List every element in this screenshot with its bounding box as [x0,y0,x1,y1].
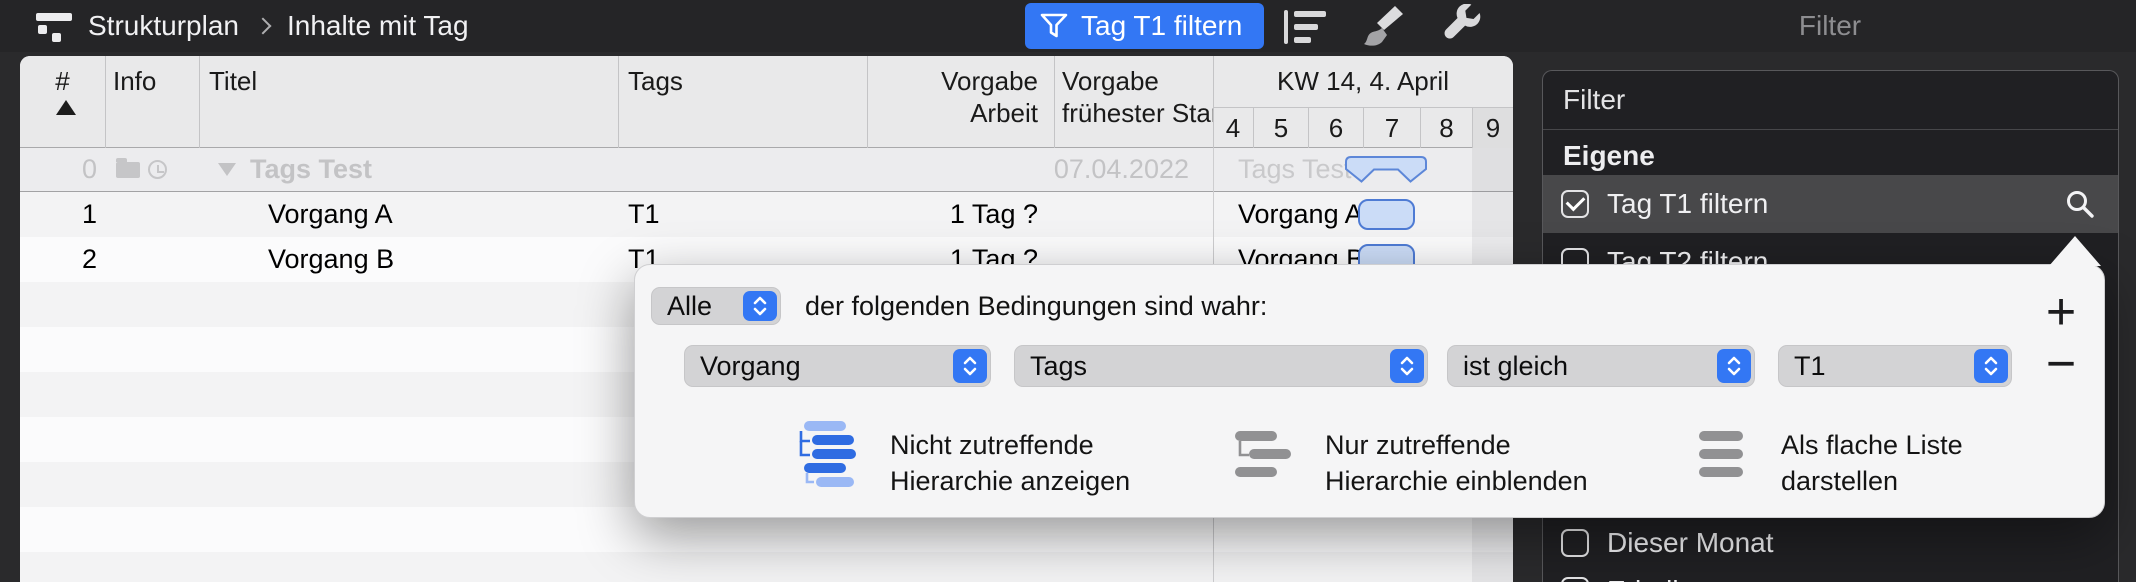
title-cell: Vorgang B [268,237,394,282]
hierarchy-dimmed-icon [794,421,856,487]
popup-chevrons-icon [743,291,777,321]
checkbox-unchecked-icon[interactable] [1561,529,1589,557]
breadcrumb-chevron-icon [254,18,271,35]
table-row[interactable]: 1 Vorgang A T1 1 Tag ? Vorgang A [20,192,1513,237]
popup-chevrons-icon [1717,349,1751,383]
breadcrumb-item-view[interactable]: Strukturplan [88,10,239,42]
wrench-icon [1440,4,1486,50]
edit-filter-loupe-icon[interactable] [2064,188,2096,220]
column-header-earliest-start[interactable]: Vorgabe frühester Start [1062,65,1213,129]
option-flat-list[interactable]: Als flache Liste darstellen [1699,421,1963,499]
remove-condition-button[interactable]: − [2035,339,2087,391]
funnel-icon [1039,11,1069,41]
breadcrumb-item-filterset[interactable]: Inhalte mit Tag [287,10,469,42]
panel-title: Filter [1563,71,1625,129]
outline-icon [1284,10,1330,44]
info-cell [116,148,167,191]
top-toolbar: Strukturplan Inhalte mit Tag Tag T1 filt… [0,0,2136,52]
column-header-info[interactable]: Info [113,65,156,97]
flat-list-icon [1699,421,1747,487]
option-show-matching-hierarchy[interactable]: Nur zutreffende Hierarchie einblenden [1235,421,1588,499]
gantt-bar-label: Vorgang A [1238,192,1363,237]
active-filter-button[interactable]: Tag T1 filtern [1025,3,1264,49]
day-header: 7 [1363,108,1420,148]
folder-icon [116,162,140,178]
popover-arrow [2049,236,2101,266]
gantt-task-bar[interactable] [1358,199,1415,230]
row-number: 2 [20,237,97,282]
filter-label: Erledigt [1607,567,1702,582]
filter-label: Tag T1 filtern [1607,175,1768,233]
settings-button[interactable] [1440,8,1486,46]
panel-divider [1543,129,2118,130]
option-show-nonmatching-hierarchy[interactable]: Nicht zutreffende Hierarchie anzeigen [794,421,1130,499]
column-header-tags[interactable]: Tags [628,65,683,97]
condition-subject-popup[interactable]: Vorgang [684,345,991,387]
table-row-group[interactable]: 0 Tags Test 07.04.2022 Tags Test [20,148,1513,192]
option-label: Nur zutreffende Hierarchie einblenden [1325,421,1588,499]
checkbox-unchecked-icon[interactable] [1561,577,1589,582]
option-label: Als flache Liste darstellen [1781,421,1963,499]
row-number: 0 [20,148,97,191]
empty-row [20,552,1513,582]
filter-editor-popover: Alle der folgenden Bedingungen sind wahr… [634,264,2105,518]
conditions-intro-label: der folgenden Bedingungen sind wahr: [805,287,1267,325]
filter-row-erledigt[interactable]: Erledigt [1543,567,2118,582]
inspector-caption: Filter [1730,0,1930,52]
quantifier-popup[interactable]: Alle [651,287,781,325]
day-header: 6 [1308,108,1363,148]
earliest-start-cell: 07.04.2022 [1054,148,1213,191]
view-structure-icon[interactable] [36,13,72,41]
gantt-day-header: 4 5 6 7 8 9 [1213,108,1513,148]
gantt-week-header: KW 14, 4. April [1213,56,1513,108]
section-header-eigene: Eigene [1563,133,1655,179]
day-header-weekend: 9 [1472,108,1513,148]
table-header: # Info Titel Tags Vorgabe Arbeit Vorgabe… [20,56,1513,148]
add-condition-button[interactable]: + [2035,287,2087,339]
popup-chevrons-icon [1390,349,1424,383]
tags-cell: T1 [628,192,660,237]
column-header-work[interactable]: Vorgabe Arbeit [867,65,1046,129]
popup-chevrons-icon [1974,349,2008,383]
row-number: 1 [20,192,97,237]
gantt-summary-bar[interactable] [1345,156,1427,183]
title-cell: Tags Test [218,148,372,191]
gantt-bar-label: Tags Test [1238,148,1352,191]
column-header-number[interactable]: # [20,65,105,97]
sort-ascending-icon [56,100,76,115]
day-header: 8 [1420,108,1472,148]
checkbox-checked-icon[interactable] [1561,190,1589,218]
disclosure-triangle-icon[interactable] [218,163,236,176]
day-header: 5 [1253,108,1308,148]
hierarchy-gray-icon [1235,421,1291,487]
title-cell: Vorgang A [268,192,393,237]
day-header: 4 [1213,108,1253,148]
format-button[interactable] [1358,8,1406,46]
work-cell: 1 Tag ? [867,192,1046,237]
outline-view-button[interactable] [1284,8,1330,46]
option-label: Nicht zutreffende Hierarchie anzeigen [890,421,1130,499]
condition-value-popup[interactable]: T1 [1778,345,2012,387]
breadcrumb: Strukturplan Inhalte mit Tag [88,0,469,52]
condition-field-popup[interactable]: Tags [1014,345,1428,387]
popup-chevrons-icon [953,349,987,383]
filter-label: Dieser Monat [1607,519,1774,567]
active-filter-label: Tag T1 filtern [1081,10,1242,42]
paintbrush-icon [1358,5,1406,49]
clock-icon [148,160,167,179]
column-header-title[interactable]: Titel [209,65,257,97]
condition-operator-popup[interactable]: ist gleich [1447,345,1755,387]
filter-row-tag-t1[interactable]: Tag T1 filtern [1543,175,2118,233]
filter-row-dieser-monat[interactable]: Dieser Monat [1543,519,2118,567]
